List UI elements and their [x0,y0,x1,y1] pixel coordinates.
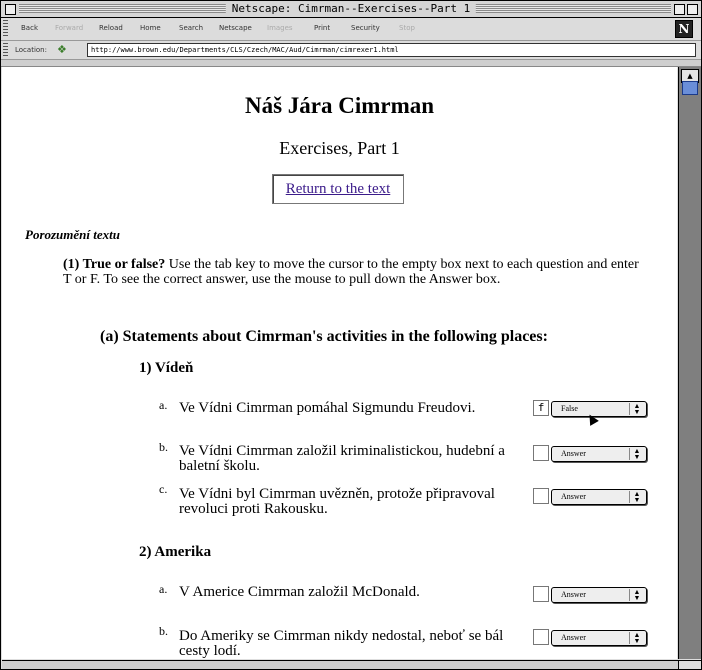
return-link-box: Return to the text [272,174,404,204]
vertical-scrollbar[interactable]: ▲ [678,67,701,659]
question-label: (1) True or false? [63,257,166,272]
answer-entry-field[interactable] [533,586,549,602]
answer-select[interactable]: Answer ▲ ▼ [551,630,647,646]
answer-select-value: Answer [561,633,586,642]
location-grip[interactable] [3,43,8,57]
window-title: Netscape: Cimrman--Exercises--Part 1 [225,2,477,15]
statement-text: V Americe Cimrman založil McDonald. [179,584,420,600]
navigation-toolbar: Back Forward Reload Home Search Netscape… [1,18,701,41]
statement-text: Do Ameriky se Cimrman nikdy nedostal, ne… [179,628,504,659]
search-button[interactable]: Search [179,24,203,32]
url-field[interactable]: http://www.brown.edu/Departments/CLS/Cze… [87,43,696,57]
answer-entry-field[interactable] [533,445,549,461]
reload-button[interactable]: Reload [99,24,123,32]
browser-window: Netscape: Cimrman--Exercises--Part 1 Bac… [0,0,702,670]
answer-select-value: Answer [561,492,586,501]
statement-text: Ve Vídni Cimrman pomáhal Sigmundu Freudo… [179,400,476,416]
updown-arrows-icon: ▲ ▼ [629,403,644,416]
answer-select[interactable]: Answer ▲ ▼ [551,489,647,505]
statement-letter: a. [159,582,168,596]
stop-button[interactable]: Stop [399,24,415,32]
page-content: Náš Jára Cimrman Exercises, Part 1 Retur… [2,67,677,659]
page-subtitle: Exercises, Part 1 [279,138,400,158]
personal-toolbar-tab[interactable] [1,60,701,67]
zoom-box[interactable] [674,4,685,15]
updown-arrows-icon: ▲ ▼ [629,632,644,645]
statement-text: Ve Vídni Cimrman založil kriminalisticko… [179,443,505,474]
updown-arrows-icon: ▲ ▼ [629,448,644,461]
section-heading: Porozumění textu [25,227,120,242]
images-button[interactable]: Images [267,24,293,32]
updown-arrows-icon: ▲ ▼ [629,589,644,602]
security-button[interactable]: Security [351,24,380,32]
location-bar: Location: ❖ http://www.brown.edu/Departm… [1,41,701,60]
print-button[interactable]: Print [314,24,330,32]
netscape-logo-icon: N [675,20,693,38]
bookmark-icon[interactable]: ❖ [57,44,67,55]
answer-select[interactable]: Answer ▲ ▼ [551,446,647,462]
place-heading: 1) Vídeň [139,360,194,376]
return-link[interactable]: Return to the text [286,181,391,197]
answer-select-value: Answer [561,590,586,599]
place-heading: 2) Amerika [139,544,212,560]
statement-text: Ve Vídni byl Cimrman uvězněn, protože př… [179,486,495,517]
statement-letter: b. [159,624,168,638]
answer-select[interactable]: Answer ▲ ▼ [551,587,647,603]
netscape-button[interactable]: Netscape [219,24,252,32]
resize-corner[interactable] [678,660,701,669]
answer-select-value: Answer [561,449,586,458]
toolbar-grip[interactable] [3,20,8,38]
statement-letter: b. [159,440,168,454]
page-title: Náš Jára Cimrman [244,93,435,118]
answer-entry-field[interactable] [533,629,549,645]
answer-select-value: False [561,404,578,413]
location-label: Location: [15,46,47,54]
horizontal-scrollbar[interactable] [2,660,678,669]
answer-entry-field[interactable] [533,488,549,504]
statement-letter: a. [159,398,168,412]
updown-arrows-icon: ▲ ▼ [629,491,644,504]
answer-entry-field[interactable]: f [533,400,549,416]
collapse-box[interactable] [687,4,698,15]
scroll-thumb[interactable] [682,81,698,95]
title-bar[interactable]: Netscape: Cimrman--Exercises--Part 1 [1,1,701,18]
home-button[interactable]: Home [140,24,161,32]
instructions-paragraph: (1) True or false? Use the tab key to mo… [63,257,643,287]
forward-button[interactable]: Forward [55,24,83,32]
subheading: (a) Statements about Cimrman's activitie… [100,328,548,345]
statement-letter: c. [159,482,168,496]
back-button[interactable]: Back [21,24,38,32]
answer-select[interactable]: False ▲ ▼ [551,401,647,417]
close-box[interactable] [5,4,16,15]
